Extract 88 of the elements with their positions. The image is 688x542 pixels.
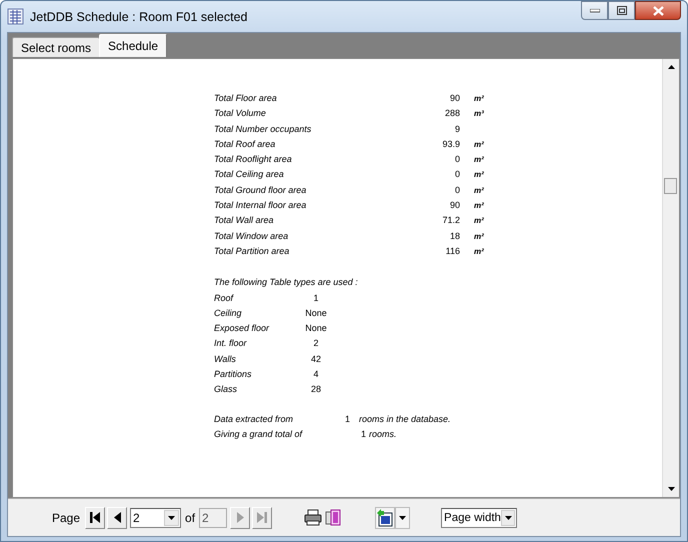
- total-value: 9: [454, 122, 460, 136]
- total-label: Total Roof area: [214, 138, 276, 151]
- scrollbar[interactable]: [662, 59, 679, 497]
- print-button[interactable]: [303, 506, 324, 528]
- summary-text: rooms.: [369, 428, 397, 442]
- minimize-icon: [590, 8, 600, 12]
- page-count-field[interactable]: 2: [199, 508, 228, 528]
- total-label: Total Internal floor area: [214, 199, 308, 212]
- table-types-heading: The following Table types are used :: [214, 276, 359, 290]
- scroll-thumb[interactable]: [664, 178, 677, 194]
- total-label: Total Ceiling area: [214, 168, 285, 182]
- total-value: 71.2: [441, 214, 460, 228]
- total-label: Total Ground floor area: [214, 184, 308, 197]
- summary-label: Data extracted from: [214, 412, 294, 426]
- total-value: 90: [448, 92, 460, 105]
- copy-button[interactable]: [323, 506, 344, 528]
- app-icon: [7, 8, 24, 25]
- table-type-value: 2: [312, 337, 320, 350]
- tab[interactable]: Select rooms: [12, 37, 100, 57]
- unit-label: m²: [474, 184, 484, 197]
- total-value: 116: [444, 244, 460, 258]
- word-document-icon: [376, 508, 394, 526]
- zoom-dropdown[interactable]: Page width: [441, 508, 518, 528]
- total-label: Total Wall area: [214, 214, 275, 228]
- printer-icon: [304, 509, 322, 526]
- unit-label: m³: [474, 108, 484, 120]
- page-label: Page: [52, 510, 80, 524]
- caret-icon: [399, 516, 406, 520]
- total-value: 0: [454, 153, 460, 166]
- total-label: Total Volume: [214, 107, 267, 120]
- skip-arrow-icon: [257, 512, 268, 523]
- total-value: 90: [448, 199, 460, 212]
- maximize-button[interactable]: [608, 1, 635, 20]
- table-type-value: None: [304, 306, 328, 320]
- table-type-value: 1: [312, 292, 320, 305]
- total-label: Total Rooflight area: [214, 153, 293, 166]
- first-page-button[interactable]: [85, 506, 106, 528]
- total-value: 0: [454, 168, 460, 182]
- total-value: 93.9: [441, 138, 460, 151]
- maximize-icon: [616, 6, 626, 15]
- close-button[interactable]: [635, 1, 681, 20]
- triangle-arrow-icon: [114, 512, 121, 523]
- table-type-label: Exposed floor: [214, 322, 270, 336]
- unit-label: m²: [474, 93, 484, 105]
- summary-label: Giving a grand total of: [214, 428, 304, 442]
- table-type-label: Ceiling: [214, 306, 243, 320]
- total-label: Total Partition area: [214, 244, 290, 258]
- prev-page-button[interactable]: [107, 506, 128, 528]
- total-label: Total Window area: [214, 230, 290, 243]
- window-title: JetDDB Schedule : Room F01 selected: [30, 10, 248, 24]
- table-type-value: None: [304, 322, 328, 336]
- total-label: Total Number occupants: [214, 122, 312, 136]
- total-value: 288: [444, 107, 460, 120]
- unit-label: m²: [474, 169, 484, 182]
- table-type-value: 4: [312, 368, 320, 382]
- tab[interactable]: Schedule: [99, 34, 168, 57]
- table-type-value: 42: [310, 352, 322, 366]
- total-label: Total Floor area: [214, 92, 278, 105]
- export-button[interactable]: [375, 506, 396, 528]
- export-dropdown-button[interactable]: [395, 506, 410, 528]
- unit-label: m²: [474, 230, 484, 243]
- caret-icon: [504, 516, 512, 520]
- total-value: 0: [454, 184, 460, 197]
- table-type-label: Partitions: [214, 368, 253, 382]
- total-value: 18: [448, 230, 460, 243]
- minimize-button[interactable]: [581, 1, 608, 20]
- triangle-arrow-icon: [236, 512, 244, 523]
- table-type-label: Glass: [214, 383, 238, 396]
- close-icon: [652, 6, 664, 16]
- page-dropdown[interactable]: 2: [130, 508, 182, 528]
- up-arrow-icon: [668, 65, 674, 69]
- unit-label: m²: [474, 215, 484, 228]
- table-type-label: Walls: [214, 352, 237, 366]
- unit-label: m²: [474, 200, 484, 212]
- summary-value: 1: [345, 412, 352, 426]
- pages-icon: [324, 508, 342, 526]
- of-label: of: [185, 510, 196, 524]
- down-arrow-icon: [668, 487, 674, 491]
- unit-label: m²: [474, 138, 484, 151]
- table-type-value: 28: [310, 383, 322, 396]
- unit-label: m²: [474, 154, 484, 166]
- table-type-label: Roof: [214, 292, 235, 305]
- summary-value: 1: [361, 428, 368, 442]
- caret-icon: [168, 516, 176, 520]
- table-type-label: Int. floor: [214, 337, 248, 350]
- skip-arrow-icon: [90, 512, 100, 523]
- summary-text: rooms in the database.: [359, 412, 451, 426]
- unit-label: m²: [474, 246, 484, 258]
